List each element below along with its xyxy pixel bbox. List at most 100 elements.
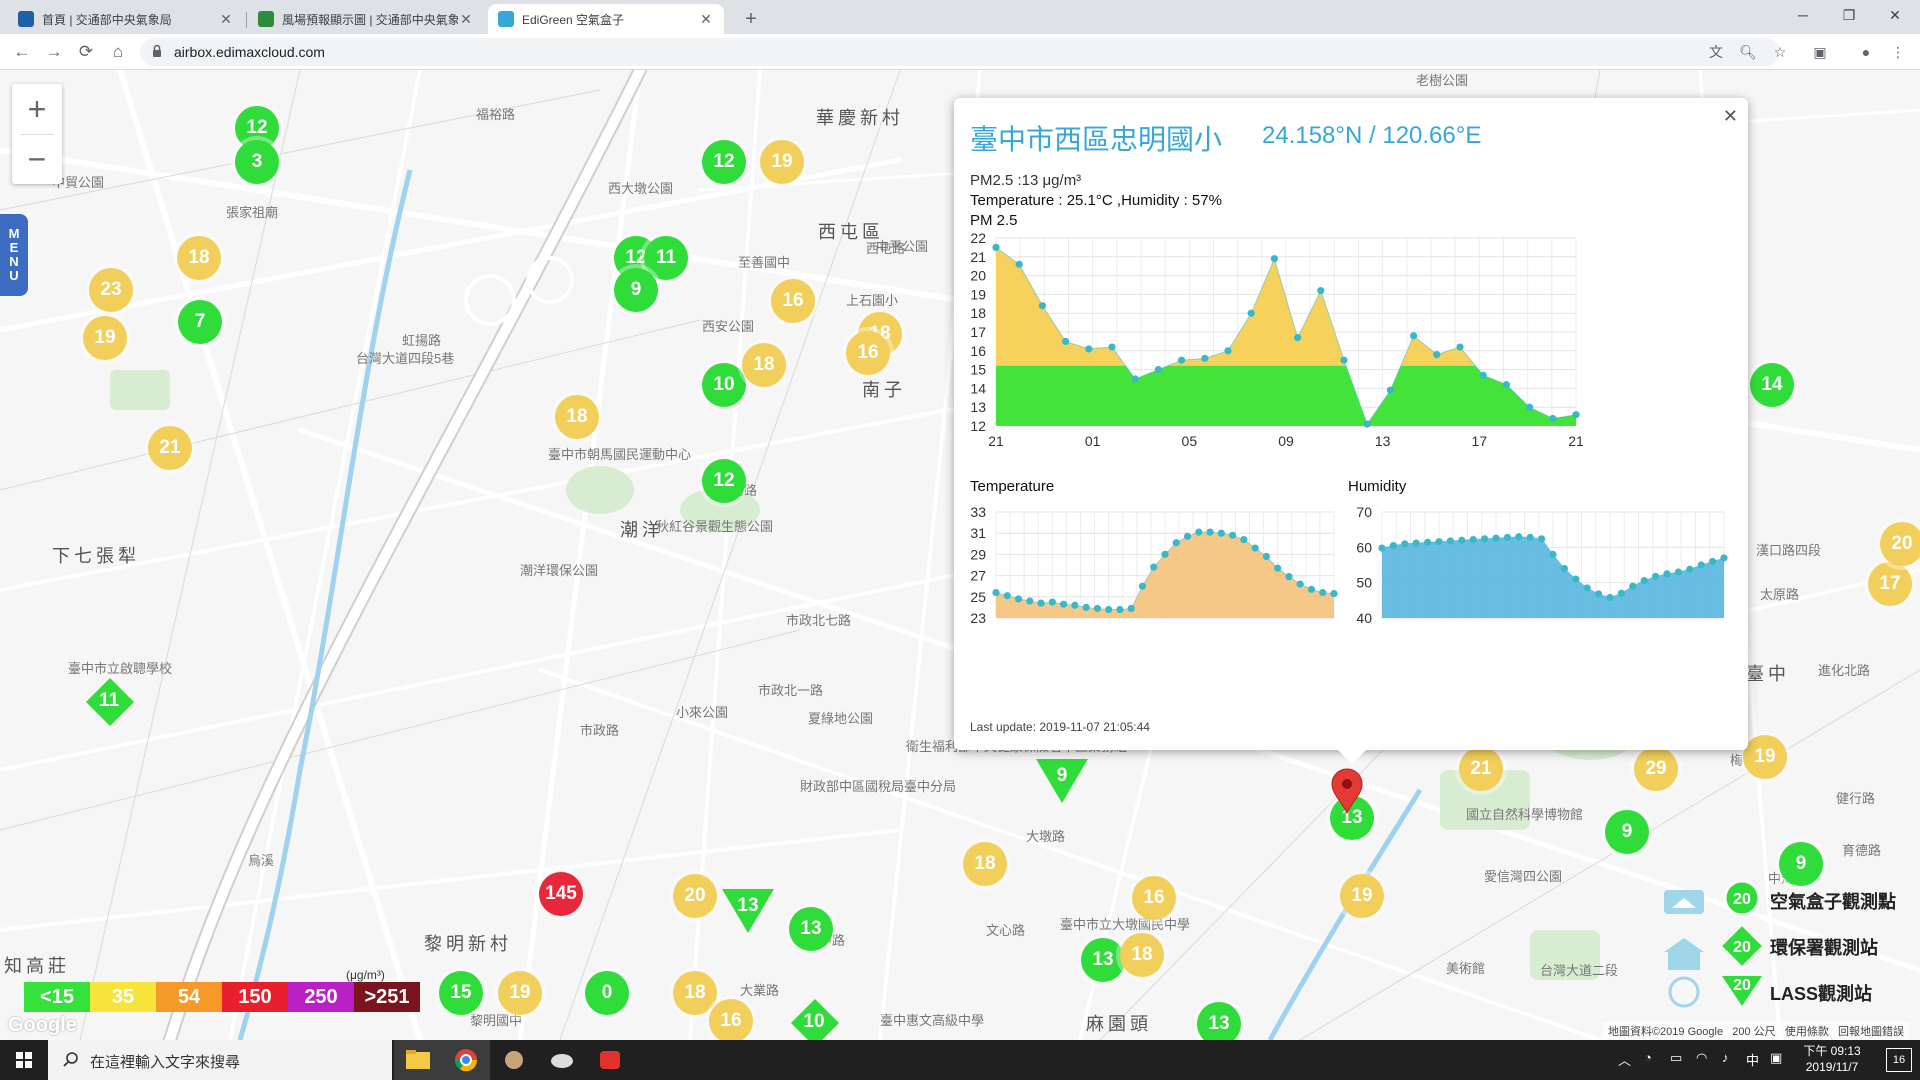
file-explorer-icon[interactable] — [394, 1040, 442, 1080]
marker-value: 29 — [1645, 758, 1667, 779]
translate-icon[interactable]: 文 — [1706, 42, 1726, 62]
data-point — [1085, 345, 1093, 353]
tray-battery-icon[interactable]: ▭ — [1670, 1050, 1682, 1066]
pm25-station-marker[interactable]: 0 — [585, 971, 629, 1015]
marker-value: 9 — [1621, 821, 1633, 842]
pm25-station-marker[interactable]: 7 — [178, 300, 222, 344]
pm25-station-marker[interactable]: 16 — [771, 279, 815, 323]
close-window-button[interactable]: ✕ — [1872, 0, 1918, 30]
bookmark-star-icon[interactable]: ☆ — [1770, 42, 1790, 62]
new-tab-button[interactable]: + — [738, 6, 764, 32]
map-attribution: 地圖資料©2019 Google 200 公尺 使用條款 回報地圖錯誤 — [1601, 1022, 1910, 1040]
tab-edigreen-airbox[interactable]: EdiGreen 空氣盒子 ✕ — [488, 4, 724, 34]
zoom-icon[interactable]: 🔍︎ — [1738, 42, 1758, 62]
notification-center-icon[interactable]: 16 — [1886, 1048, 1912, 1072]
close-icon[interactable]: ✕ — [1723, 106, 1738, 127]
pm25-station-marker[interactable]: 13 — [722, 889, 774, 935]
tray-wifi-icon[interactable]: ◠ — [1696, 1050, 1707, 1066]
data-point — [1469, 535, 1477, 544]
pm25-station-marker[interactable]: 12 — [702, 140, 746, 184]
pm25-station-marker[interactable]: 9 — [1036, 759, 1088, 805]
extension-icon[interactable]: ▣ — [1810, 42, 1830, 62]
report-error-link[interactable]: 回報地圖錯誤 — [1838, 1026, 1904, 1038]
pm25-station-marker[interactable]: 9 — [614, 268, 658, 312]
marker-value: 10 — [803, 1011, 825, 1032]
pm25-station-marker[interactable]: 23 — [89, 268, 133, 312]
minimize-button[interactable]: ─ — [1780, 0, 1826, 30]
pm25-station-marker[interactable]: 16 — [1132, 876, 1176, 920]
pm25-station-marker[interactable]: 17 — [1868, 562, 1912, 606]
cwb-favicon-icon — [18, 11, 34, 27]
tray-network-icon[interactable]: ◔ — [1644, 1050, 1652, 1065]
pm25-station-marker[interactable]: 13 — [789, 907, 833, 951]
pm25-station-marker[interactable]: 18 — [963, 842, 1007, 886]
tray-chevron-icon[interactable]: ︿ — [1618, 1050, 1631, 1069]
selected-location-pin-icon[interactable] — [1330, 768, 1364, 814]
taskbar-search-box[interactable]: 在這裡輸入文字來搜尋 — [48, 1040, 392, 1080]
taskbar-clock[interactable]: 下午 09:13 2019/11/7 — [1792, 1043, 1872, 1075]
zoom-divider — [20, 134, 54, 135]
marker-value: 18 — [753, 354, 775, 375]
profile-icon[interactable]: ● — [1856, 42, 1876, 62]
restore-button[interactable]: ❐ — [1826, 0, 1872, 30]
pm25-station-marker[interactable]: 16 — [846, 331, 890, 375]
close-tab-icon[interactable]: ✕ — [698, 11, 714, 28]
pm25-station-marker[interactable]: 10 — [792, 1000, 836, 1040]
pm25-station-marker[interactable]: 18 — [742, 343, 786, 387]
pm25-station-marker[interactable]: 15 — [439, 971, 483, 1015]
pm25-station-marker[interactable]: 18 — [177, 236, 221, 280]
pm25-station-marker[interactable]: 13 — [1197, 1002, 1241, 1040]
y-tick-label: 31 — [970, 525, 986, 541]
pm25-station-marker[interactable]: 29 — [1634, 747, 1678, 791]
windows-start-icon[interactable] — [0, 1040, 48, 1080]
menu-kebab-icon[interactable]: ⋮ — [1888, 42, 1908, 62]
tray-ime-mode-icon[interactable]: ▣ — [1770, 1050, 1782, 1066]
app-pet-icon[interactable] — [490, 1040, 538, 1080]
pm25-station-marker[interactable]: 19 — [1340, 874, 1384, 918]
data-point — [1401, 540, 1409, 548]
forward-button[interactable]: → — [42, 40, 66, 64]
app-red-icon[interactable] — [586, 1040, 634, 1080]
pm25-station-marker[interactable]: 3 — [235, 140, 279, 184]
zoom-in-button[interactable]: + — [12, 84, 62, 134]
pm25-station-marker[interactable]: 12 — [702, 459, 746, 503]
pm25-station-marker[interactable]: 14 — [1750, 363, 1794, 407]
reload-button[interactable]: ⟳ — [74, 40, 98, 64]
tab-wind-forecast[interactable]: 風場預報顯示圖 | 交通部中央氣象局 ✕ — [248, 4, 484, 34]
data-point — [1720, 554, 1728, 562]
pm25-station-marker[interactable]: 19 — [760, 140, 804, 184]
data-point — [1446, 537, 1454, 545]
chrome-icon[interactable] — [442, 1040, 490, 1080]
pm25-station-marker[interactable]: 18 — [673, 971, 717, 1015]
address-bar[interactable]: airbox.edimaxcloud.com — [140, 38, 1780, 66]
pm25-station-marker[interactable]: 19 — [498, 971, 542, 1015]
pm25-station-marker[interactable]: 20 — [673, 874, 717, 918]
map-canvas[interactable]: 華慶新村 西屯區 南子 潮洋 下七張犁 黎明新村 臺中 知高莊 麻園頭 至善國中 西安公園 上石園小臺… — [0, 70, 1920, 1040]
tray-ime-indicator[interactable]: 中 — [1746, 1050, 1759, 1069]
pm25-station-marker[interactable]: 9 — [1605, 810, 1649, 854]
pm25-station-marker[interactable]: 21 — [148, 426, 192, 470]
app-cloud-icon[interactable] — [538, 1040, 586, 1080]
back-button[interactable]: ← — [10, 40, 34, 64]
pm25-station-marker[interactable]: 16 — [709, 999, 753, 1040]
terms-link[interactable]: 使用條款 — [1785, 1026, 1829, 1038]
pm25-station-marker[interactable]: 19 — [83, 316, 127, 360]
pm25-station-marker[interactable]: 11 — [87, 679, 131, 723]
close-tab-icon[interactable]: ✕ — [458, 11, 474, 28]
pm25-station-marker[interactable]: 145 — [539, 872, 583, 916]
temperature-chart-title: Temperature — [970, 478, 1055, 495]
tab-cwb-home[interactable]: 首頁 | 交通部中央氣象局 ✕ — [8, 4, 244, 34]
pm25-station-marker[interactable]: 19 — [1743, 735, 1787, 779]
marker-value: 18 — [566, 406, 588, 427]
pm25-station-marker[interactable]: 10 — [702, 363, 746, 407]
tray-volume-icon[interactable]: ♪ — [1722, 1050, 1729, 1065]
pm25-station-marker[interactable]: 20 — [1880, 522, 1920, 566]
pm25-station-marker[interactable]: 13 — [1081, 938, 1125, 982]
pm25-station-marker[interactable]: 18 — [555, 395, 599, 439]
zoom-out-button[interactable]: − — [12, 134, 62, 184]
home-button[interactable]: ⌂ — [106, 40, 130, 64]
pm25-station-marker[interactable]: 21 — [1459, 747, 1503, 791]
pm25-station-marker[interactable]: 18 — [1120, 933, 1164, 977]
close-tab-icon[interactable]: ✕ — [218, 11, 234, 28]
menu-tab[interactable]: M E N U — [0, 214, 28, 296]
